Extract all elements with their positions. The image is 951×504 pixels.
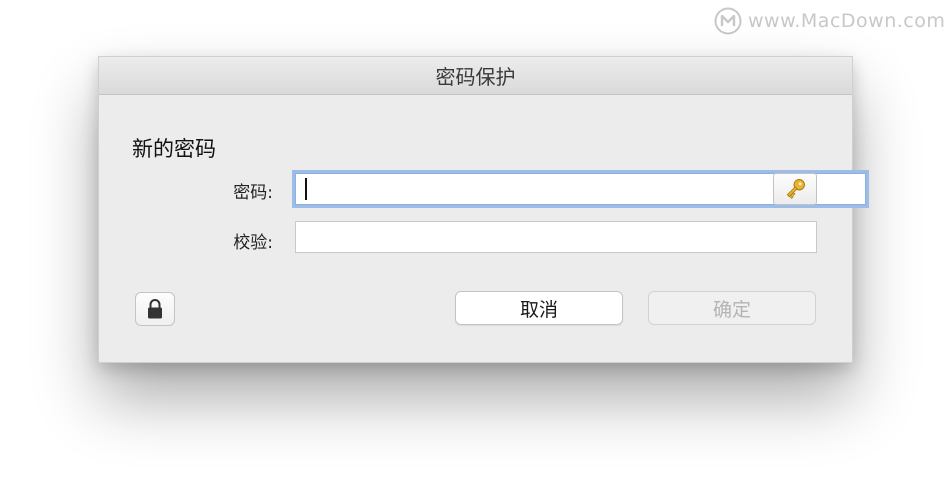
lock-button[interactable]: [135, 292, 175, 326]
password-protection-dialog: 密码保护 新的密码 密码: 校验: 取消 确定: [98, 56, 866, 363]
verify-input[interactable]: [295, 221, 817, 253]
macdown-logo-icon: [714, 7, 742, 35]
text-cursor: [305, 178, 307, 200]
password-label: 密码:: [233, 183, 273, 203]
lock-icon: [148, 299, 162, 319]
key-icon: [786, 179, 805, 199]
confirm-button[interactable]: 确定: [648, 291, 816, 325]
dialog-titlebar[interactable]: 密码保护: [99, 57, 852, 95]
watermark-text: www.MacDown.com: [748, 10, 946, 32]
section-title: 新的密码: [132, 137, 216, 161]
verify-label: 校验:: [233, 233, 273, 253]
dialog-title: 密码保护: [435, 65, 516, 89]
cancel-button[interactable]: 取消: [455, 291, 623, 325]
screen: www.MacDown.com 密码保护 新的密码 密码: 校验: 取消 确定: [0, 0, 951, 504]
watermark: www.MacDown.com: [714, 6, 945, 36]
password-assistant-button[interactable]: [773, 173, 817, 205]
